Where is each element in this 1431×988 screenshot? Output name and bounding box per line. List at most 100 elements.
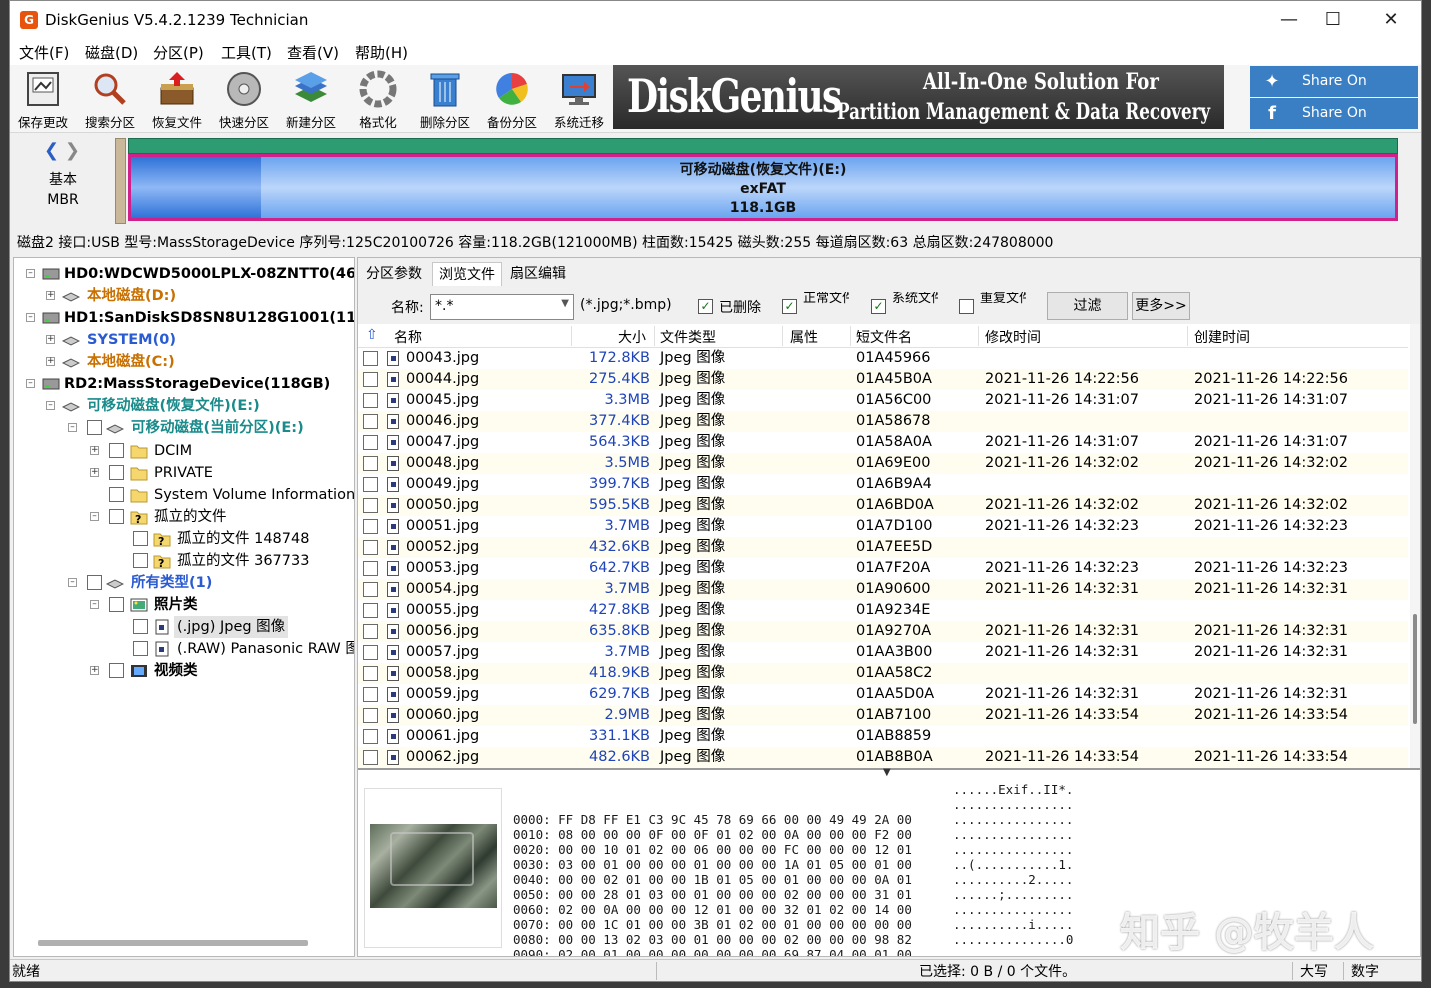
- row-checkbox[interactable]: [363, 414, 378, 429]
- table-row[interactable]: 00051.jpg 3.7MB Jpeg 图像 01A7D100 2021-11-26 …: [358, 516, 1408, 537]
- share-facebook-button[interactable]: f Share On Facebook: [1250, 98, 1418, 152]
- row-checkbox[interactable]: [363, 393, 378, 408]
- column-short-name[interactable]: 短文件名: [856, 327, 912, 347]
- row-checkbox[interactable]: [363, 666, 378, 681]
- row-checkbox[interactable]: [363, 750, 378, 765]
- tree-checkbox[interactable]: [109, 597, 124, 612]
- tree-checkbox[interactable]: [133, 553, 148, 568]
- table-row[interactable]: 00059.jpg 629.7KB Jpeg 图像 01AA5D0A 2021-11-2…: [358, 684, 1408, 705]
- previous-disk-button[interactable]: ❮: [44, 140, 59, 161]
- row-checkbox[interactable]: [363, 498, 378, 513]
- expand-icon[interactable]: +: [46, 357, 55, 366]
- menu-disk[interactable]: 磁盘(D): [85, 42, 138, 63]
- menu-help[interactable]: 帮助(H): [355, 42, 408, 63]
- maximize-button[interactable]: ☐: [1310, 5, 1356, 35]
- table-row[interactable]: 00049.jpg 399.7KB Jpeg 图像 01A6B9A4: [358, 474, 1408, 495]
- menu-file[interactable]: 文件(F): [19, 42, 69, 63]
- tab-browse-files[interactable]: 浏览文件: [432, 262, 502, 286]
- collapse-icon[interactable]: –: [26, 269, 35, 278]
- column-modified[interactable]: 修改时间: [985, 327, 1041, 347]
- normal-files-checkbox[interactable]: ✓: [782, 299, 797, 314]
- close-button[interactable]: ✕: [1368, 5, 1414, 35]
- search-partition-button[interactable]: 搜索分区: [78, 67, 142, 131]
- row-checkbox[interactable]: [363, 645, 378, 660]
- system-files-checkbox[interactable]: ✓: [871, 299, 886, 314]
- scrollbar-thumb[interactable]: [1413, 614, 1417, 724]
- row-checkbox[interactable]: [363, 561, 378, 576]
- system-migration-button[interactable]: 系统迁移: [547, 67, 611, 131]
- tree-checkbox[interactable]: [109, 443, 124, 458]
- table-row[interactable]: 00054.jpg 3.7MB Jpeg 图像 01A90600 2021-11-26 …: [358, 579, 1408, 600]
- expand-icon[interactable]: +: [46, 291, 55, 300]
- row-checkbox[interactable]: [363, 372, 378, 387]
- filter-button[interactable]: 过滤: [1047, 292, 1128, 320]
- collapse-icon[interactable]: –: [90, 600, 99, 609]
- tree-checkbox[interactable]: [133, 619, 148, 634]
- next-disk-button[interactable]: ❯: [65, 140, 80, 161]
- table-row[interactable]: 00055.jpg 427.8KB Jpeg 图像 01A9234E: [358, 600, 1408, 621]
- expand-icon[interactable]: +: [46, 335, 55, 344]
- disk-map-handle[interactable]: [115, 138, 126, 224]
- row-checkbox[interactable]: [363, 729, 378, 744]
- table-row[interactable]: 00053.jpg 642.7KB Jpeg 图像 01A7F20A 2021-11-2…: [358, 558, 1408, 579]
- row-checkbox[interactable]: [363, 435, 378, 450]
- tree-checkbox[interactable]: [109, 487, 124, 502]
- collapse-icon[interactable]: –: [68, 423, 77, 432]
- save-changes-button[interactable]: 保存更改: [11, 67, 75, 131]
- table-row[interactable]: 00057.jpg 3.7MB Jpeg 图像 01AA3B00 2021-11-26 …: [358, 642, 1408, 663]
- tree-checkbox[interactable]: [133, 531, 148, 546]
- collapse-icon[interactable]: –: [46, 401, 55, 410]
- row-checkbox[interactable]: [363, 687, 378, 702]
- row-checkbox[interactable]: [363, 540, 378, 555]
- row-checkbox[interactable]: [363, 582, 378, 597]
- deleted-checkbox[interactable]: ✓: [698, 299, 713, 314]
- name-filter-input[interactable]: *.* ▼: [430, 294, 574, 320]
- row-checkbox[interactable]: [363, 603, 378, 618]
- expand-icon[interactable]: +: [90, 468, 99, 477]
- table-row[interactable]: 00056.jpg 635.8KB Jpeg 图像 01A9270A 2021-11-2…: [358, 621, 1408, 642]
- table-row[interactable]: 00050.jpg 595.5KB Jpeg 图像 01A6BD0A 2021-11-2…: [358, 495, 1408, 516]
- table-row[interactable]: 00047.jpg 564.3KB Jpeg 图像 01A58A0A 2021-11-2…: [358, 432, 1408, 453]
- expand-icon[interactable]: +: [90, 446, 99, 455]
- table-row[interactable]: 00058.jpg 418.9KB Jpeg 图像 01AA58C2: [358, 663, 1408, 684]
- file-list-scrollbar[interactable]: [1410, 324, 1420, 768]
- recover-files-button[interactable]: 恢复文件: [145, 67, 209, 131]
- backup-partition-button[interactable]: 备份分区: [480, 67, 544, 131]
- table-row[interactable]: 00061.jpg 331.1KB Jpeg 图像 01AB8859: [358, 726, 1408, 747]
- column-created[interactable]: 创建时间: [1194, 327, 1250, 347]
- table-row[interactable]: 00044.jpg 275.4KB Jpeg 图像 01A45B0A 2021-11-2…: [358, 369, 1408, 390]
- tree-checkbox[interactable]: [87, 420, 102, 435]
- tree-horizontal-scrollbar[interactable]: [38, 940, 308, 946]
- up-arrow-icon[interactable]: ⇧: [366, 327, 378, 343]
- new-partition-button[interactable]: 新建分区: [279, 67, 343, 131]
- partition-block[interactable]: 可移动磁盘(恢复文件)(E:) exFAT 118.1GB: [128, 154, 1398, 221]
- duplicate-files-checkbox[interactable]: [959, 299, 974, 314]
- table-row[interactable]: 00046.jpg 377.4KB Jpeg 图像 01A58678: [358, 411, 1408, 432]
- column-attributes[interactable]: 属性: [790, 327, 818, 347]
- row-checkbox[interactable]: [363, 519, 378, 534]
- menu-view[interactable]: 查看(V): [287, 42, 339, 63]
- tree-checkbox[interactable]: [109, 663, 124, 678]
- tree-checkbox[interactable]: [133, 641, 148, 656]
- column-size[interactable]: 大小: [618, 327, 646, 347]
- column-name[interactable]: 名称: [394, 327, 422, 347]
- delete-partition-button[interactable]: 删除分区: [413, 67, 477, 131]
- tree-checkbox[interactable]: [109, 465, 124, 480]
- collapse-icon[interactable]: –: [90, 512, 99, 521]
- tab-partition-params[interactable]: 分区参数: [360, 262, 428, 286]
- tab-sector-edit[interactable]: 扇区编辑: [504, 262, 572, 286]
- format-button[interactable]: 格式化: [346, 67, 410, 131]
- minimize-button[interactable]: —: [1266, 5, 1312, 35]
- table-row[interactable]: 00045.jpg 3.3MB Jpeg 图像 01A56C00 2021-11-26 …: [358, 390, 1408, 411]
- tree-checkbox[interactable]: [109, 509, 124, 524]
- row-checkbox[interactable]: [363, 456, 378, 471]
- row-checkbox[interactable]: [363, 477, 378, 492]
- menu-partition[interactable]: 分区(P): [153, 42, 204, 63]
- row-checkbox[interactable]: [363, 624, 378, 639]
- table-row[interactable]: 00062.jpg 482.6KB Jpeg 图像 01AB8B0A 2021-11-2…: [358, 747, 1408, 768]
- table-row[interactable]: 00043.jpg 172.8KB Jpeg 图像 01A45966: [358, 348, 1408, 369]
- quick-partition-button[interactable]: 快速分区: [212, 67, 276, 131]
- column-type[interactable]: 文件类型: [660, 327, 716, 347]
- chevron-down-icon[interactable]: ▼: [561, 298, 569, 309]
- row-checkbox[interactable]: [363, 351, 378, 366]
